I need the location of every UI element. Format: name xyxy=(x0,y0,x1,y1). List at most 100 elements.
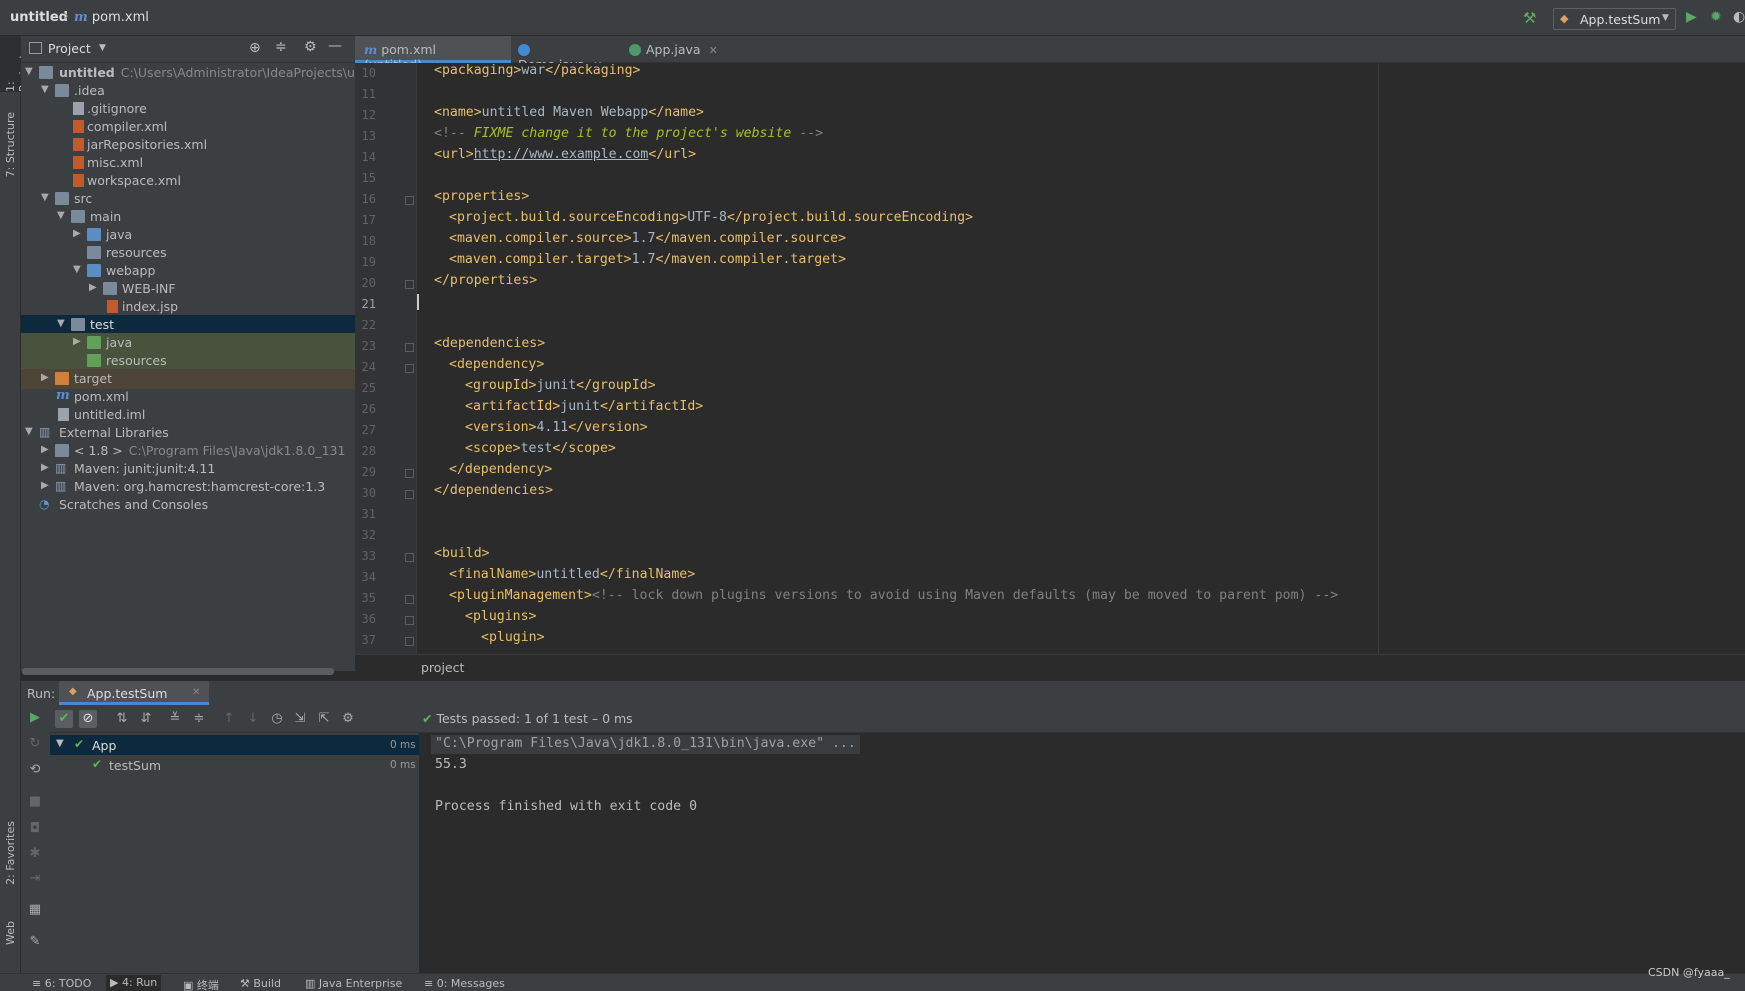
show-ignored-icon[interactable]: ⊘ xyxy=(79,710,97,728)
tree-item-compiler-xml[interactable]: compiler.xml xyxy=(21,117,355,137)
hide-panel-icon[interactable]: — xyxy=(328,38,342,54)
messages-tool-button[interactable]: ≡ 0: Messages xyxy=(424,977,505,990)
export-tests-icon[interactable]: ⇱ xyxy=(315,710,333,728)
tree-item-target[interactable]: ▶ target xyxy=(21,369,355,389)
sort-alpha-icon[interactable]: ⇅ xyxy=(113,710,131,728)
stop-icon[interactable]: ■ xyxy=(26,793,44,811)
web-tool-tab[interactable]: Web xyxy=(4,921,17,945)
collapsed-arrow-icon[interactable]: ▶ xyxy=(41,372,51,384)
bug-icon[interactable]: ✱ xyxy=(26,845,44,863)
expand-arrow-icon[interactable]: ▼ xyxy=(56,738,64,749)
code-editor[interactable]: <packaging>war</packaging> <name>untitle… xyxy=(418,63,1745,654)
chevron-down-icon[interactable]: ▼ xyxy=(99,43,106,53)
collapsed-arrow-icon[interactable]: ▶ xyxy=(73,228,83,240)
sort-duration-icon[interactable]: ⇵ xyxy=(137,710,155,728)
fold-marker-icon[interactable] xyxy=(405,196,414,205)
editor-breadcrumb-project[interactable]: project xyxy=(421,660,464,675)
expand-arrow-icon[interactable]: ▼ xyxy=(41,84,51,96)
fold-marker-icon[interactable] xyxy=(405,280,414,289)
fold-marker-icon[interactable] xyxy=(405,364,414,373)
expand-all-icon[interactable]: ≚ xyxy=(166,710,184,728)
tree-item-jdk[interactable]: ▶ < 1.8 > C:\Program Files\Java\jdk1.8.0_… xyxy=(21,441,355,461)
tree-item-junit[interactable]: ▶ ▥ Maven: junit:junit:4.11 xyxy=(21,459,355,479)
tree-item-untitled[interactable]: ▼ untitled C:\Users\Administrator\IdeaPro… xyxy=(21,63,355,83)
rerun-icon[interactable]: ▶ xyxy=(26,709,44,727)
java-enterprise-tool-button[interactable]: ▥ Java Enterprise xyxy=(305,977,402,990)
expand-arrow-icon[interactable]: ▼ xyxy=(41,192,51,204)
fold-marker-icon[interactable] xyxy=(405,616,414,625)
import-tests-icon[interactable]: ⇲ xyxy=(291,710,309,728)
tree-item-workspace-xml[interactable]: workspace.xml xyxy=(21,171,355,191)
fold-marker-icon[interactable] xyxy=(405,469,414,478)
tree-item-idea[interactable]: ▼ .idea xyxy=(21,81,355,101)
run-tab-app-testsum[interactable]: ◆ App.testSum ✕ xyxy=(59,681,209,705)
project-tool-tab[interactable]: 1: Project xyxy=(0,36,30,92)
tree-item-external-libraries[interactable]: ▼ ▥ External Libraries xyxy=(21,423,355,443)
url-link[interactable]: http://www.example.com xyxy=(474,147,649,162)
test-case-row[interactable]: ✔ testSum 0 ms xyxy=(50,755,419,775)
close-icon[interactable]: ✕ xyxy=(192,687,200,698)
build-tool-button[interactable]: ⚒ Build xyxy=(240,977,281,990)
structure-tool-tab[interactable]: 7: Structure xyxy=(4,112,17,177)
console-output[interactable]: "C:\Program Files\Java\jdk1.8.0_131\bin\… xyxy=(421,733,1745,973)
collapse-all-icon[interactable]: ≑ xyxy=(190,710,208,728)
collapsed-arrow-icon[interactable]: ▶ xyxy=(41,480,51,492)
collapsed-arrow-icon[interactable]: ▶ xyxy=(41,444,51,456)
tree-item-pom-xml[interactable]: m pom.xml xyxy=(21,387,355,407)
run-tool-button[interactable]: ▶ 4: Run xyxy=(106,975,162,991)
expand-arrow-icon[interactable]: ▼ xyxy=(73,264,83,276)
tree-item-hamcrest[interactable]: ▶ ▥ Maven: org.hamcrest:hamcrest-core:1.… xyxy=(21,477,355,497)
layout-icon[interactable]: ▦ xyxy=(26,901,44,919)
breadcrumb-file[interactable]: m pom.xml xyxy=(74,10,149,25)
previous-failed-icon[interactable]: ↑ xyxy=(220,710,238,728)
collapsed-arrow-icon[interactable]: ▶ xyxy=(89,282,99,294)
toggle-auto-test-icon[interactable]: ⟲ xyxy=(26,761,44,779)
tree-item-untitled-iml[interactable]: untitled.iml xyxy=(21,405,355,425)
tree-item-gitignore[interactable]: .gitignore xyxy=(21,99,355,119)
tab-demo-java[interactable]: Demo.java✕ xyxy=(518,36,618,72)
favorites-tool-tab[interactable]: 2: Favorites xyxy=(4,821,17,885)
show-passed-icon[interactable]: ✔ xyxy=(55,710,73,728)
tree-item-test-java[interactable]: ▶ java xyxy=(21,333,355,353)
horizontal-scrollbar[interactable] xyxy=(22,668,334,675)
project-view-select[interactable]: Project xyxy=(48,41,91,56)
tree-item-jarrepositories-xml[interactable]: jarRepositories.xml xyxy=(21,135,355,155)
collapsed-arrow-icon[interactable]: ▶ xyxy=(41,462,51,474)
tree-item-main-resources[interactable]: resources xyxy=(21,243,355,263)
expand-arrow-icon[interactable]: ▼ xyxy=(25,426,35,438)
export-icon[interactable]: ⇥ xyxy=(26,870,44,888)
expand-arrow-icon[interactable]: ▼ xyxy=(57,210,67,222)
todo-tool-button[interactable]: ≡ 6: TODO xyxy=(32,977,91,990)
expand-arrow-icon[interactable]: ▼ xyxy=(25,66,35,78)
breadcrumb-project[interactable]: untitled xyxy=(10,10,68,25)
rerun-failed-icon[interactable]: ↻ xyxy=(26,735,44,753)
collapsed-arrow-icon[interactable]: ▶ xyxy=(73,336,83,348)
history-icon[interactable]: ◷ xyxy=(268,710,286,728)
expand-arrow-icon[interactable]: ▼ xyxy=(57,318,67,330)
tree-item-test-resources[interactable]: resources xyxy=(21,351,355,371)
tree-item-main-java[interactable]: ▶ java xyxy=(21,225,355,245)
next-failed-icon[interactable]: ↓ xyxy=(244,710,262,728)
run-configuration-select[interactable]: ◆ App.testSum ▼ xyxy=(1553,8,1676,30)
collapse-all-icon[interactable]: ≑ xyxy=(275,39,287,55)
gear-icon[interactable]: ⚙ xyxy=(339,710,357,728)
tree-item-webapp[interactable]: ▼ webapp xyxy=(21,261,355,281)
close-icon[interactable]: ✕ xyxy=(709,44,718,57)
fold-marker-icon[interactable] xyxy=(405,553,414,562)
locate-icon[interactable]: ⊕ xyxy=(249,40,261,56)
build-hammer-icon[interactable]: ⚒ xyxy=(1523,9,1536,27)
fold-marker-icon[interactable] xyxy=(405,343,414,352)
tree-item-scratches[interactable]: ◔ Scratches and Consoles xyxy=(21,495,355,515)
camera-icon[interactable]: ◘ xyxy=(26,820,44,838)
gear-icon[interactable]: ⚙ xyxy=(304,39,317,55)
tree-item-main[interactable]: ▼ main xyxy=(21,207,355,227)
fold-marker-icon[interactable] xyxy=(405,595,414,604)
tree-item-src[interactable]: ▼ src xyxy=(21,189,355,209)
tree-item-test[interactable]: ▼ test xyxy=(21,315,355,335)
pin-icon[interactable]: ✎ xyxy=(26,933,44,951)
coverage-icon[interactable]: ◐ xyxy=(1733,9,1745,25)
tree-item-index-jsp[interactable]: index.jsp xyxy=(21,297,355,317)
tree-item-misc-xml[interactable]: misc.xml xyxy=(21,153,355,173)
test-suite-row[interactable]: ▼ ✔ App 0 ms xyxy=(50,735,419,755)
fold-marker-icon[interactable] xyxy=(405,637,414,646)
